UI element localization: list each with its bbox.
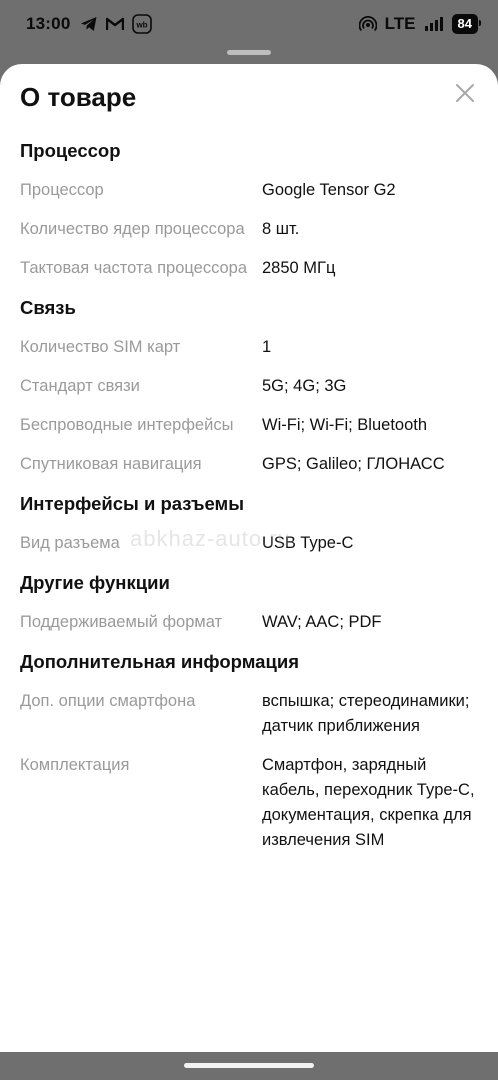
battery-level: 84: [451, 14, 482, 34]
section-title: Интерфейсы и разъемы: [20, 493, 245, 514]
spec-row: Комплектация Смартфон, зарядный кабель, …: [20, 753, 478, 853]
spec-row: Беспроводные интерфейсы Wi-Fi; Wi-Fi; Bl…: [20, 413, 478, 438]
sheet-grabber[interactable]: [227, 50, 271, 55]
navigation-bar: [0, 1052, 498, 1080]
spec-key: Спутниковая навигация: [20, 455, 202, 473]
spec-key: Стандарт связи: [20, 377, 140, 395]
spec-value: Wi-Fi; Wi-Fi; Bluetooth: [262, 416, 428, 434]
signal-icon: [424, 17, 443, 31]
spec-value: Смартфон, зарядный кабель, переходник Ty…: [262, 756, 475, 849]
network-type: LTE: [384, 14, 416, 33]
home-indicator[interactable]: [184, 1063, 314, 1068]
spec-row: Количество SIM карт 1: [20, 335, 478, 360]
spec-row: Тактовая частота процессора 2850 МГц: [20, 256, 478, 281]
spec-row: Стандарт связи 5G; 4G; 3G: [20, 374, 478, 399]
spec-key: Поддерживаемый формат: [20, 613, 223, 631]
spec-key: Доп. опции смартфона: [20, 692, 196, 710]
spec-value: 8 шт.: [262, 220, 300, 238]
section-title: Другие функции: [20, 572, 170, 593]
spec-key: Количество ядер процессора: [20, 220, 245, 238]
spec-row: Количество ядер процессора 8 шт.: [20, 217, 478, 242]
spec-value: USB Type-C: [262, 534, 354, 552]
spec-row: Процессор Google Tensor G2: [20, 178, 478, 203]
section-title: Связь: [20, 297, 76, 318]
notification-icons: wb: [80, 14, 152, 34]
spec-row: Вид разъема USB Type-C: [20, 531, 478, 556]
section-title: Процессор: [20, 140, 121, 161]
wb-app-icon: wb: [132, 14, 152, 34]
sheet-title: О товаре: [20, 82, 137, 112]
product-info-sheet: О товаре Процессор Процессор Google Tens…: [0, 64, 498, 1052]
section-title: Дополнительная информация: [20, 651, 300, 672]
spec-row: Доп. опции смартфона вспышка; стереодина…: [20, 689, 478, 739]
spec-key: Количество SIM карт: [20, 338, 181, 356]
status-time: 13:00: [26, 14, 71, 33]
spec-row: Поддерживаемый формат WAV; AAC; PDF: [20, 610, 478, 635]
section-processor: Процессор Процессор Google Tensor G2 Кол…: [20, 138, 478, 281]
spec-key: Вид разъема: [20, 534, 120, 552]
spec-key: Тактовая частота процессора: [20, 259, 248, 277]
close-icon: [456, 84, 474, 102]
spec-value: GPS; Galileo; ГЛОНАСС: [262, 455, 445, 473]
spec-key: Беспроводные интерфейсы: [20, 416, 234, 434]
section-other-functions: Другие функции Поддерживаемый формат WAV…: [20, 570, 478, 635]
section-interfaces: Интерфейсы и разъемы Вид разъема USB Typ…: [20, 491, 478, 556]
spec-value: 2850 МГц: [262, 259, 336, 277]
hotspot-icon: [358, 16, 377, 32]
spec-value: 1: [262, 338, 272, 356]
spec-key: Комплектация: [20, 756, 130, 774]
svg-text:wb: wb: [135, 21, 147, 30]
spec-value: 5G; 4G; 3G: [262, 377, 347, 395]
gmail-icon: [106, 17, 124, 30]
specs-list: Процессор Процессор Google Tensor G2 Кол…: [20, 138, 478, 867]
section-connectivity: Связь Количество SIM карт 1 Стандарт свя…: [20, 295, 478, 477]
spec-row: Спутниковая навигация GPS; Galileo; ГЛОН…: [20, 452, 478, 477]
telegram-icon: [81, 17, 97, 31]
section-additional-info: Дополнительная информация Доп. опции сма…: [20, 649, 478, 853]
spec-value: WAV; AAC; PDF: [262, 613, 382, 631]
close-button[interactable]: [454, 82, 476, 104]
spec-key: Процессор: [20, 181, 104, 199]
spec-value: вспышка; стереодинамики; датчик приближе…: [262, 692, 470, 735]
status-bar: 13:00 wb LTE 84: [0, 0, 498, 48]
spec-value: Google Tensor G2: [262, 181, 396, 199]
system-status: LTE 84: [358, 13, 482, 35]
